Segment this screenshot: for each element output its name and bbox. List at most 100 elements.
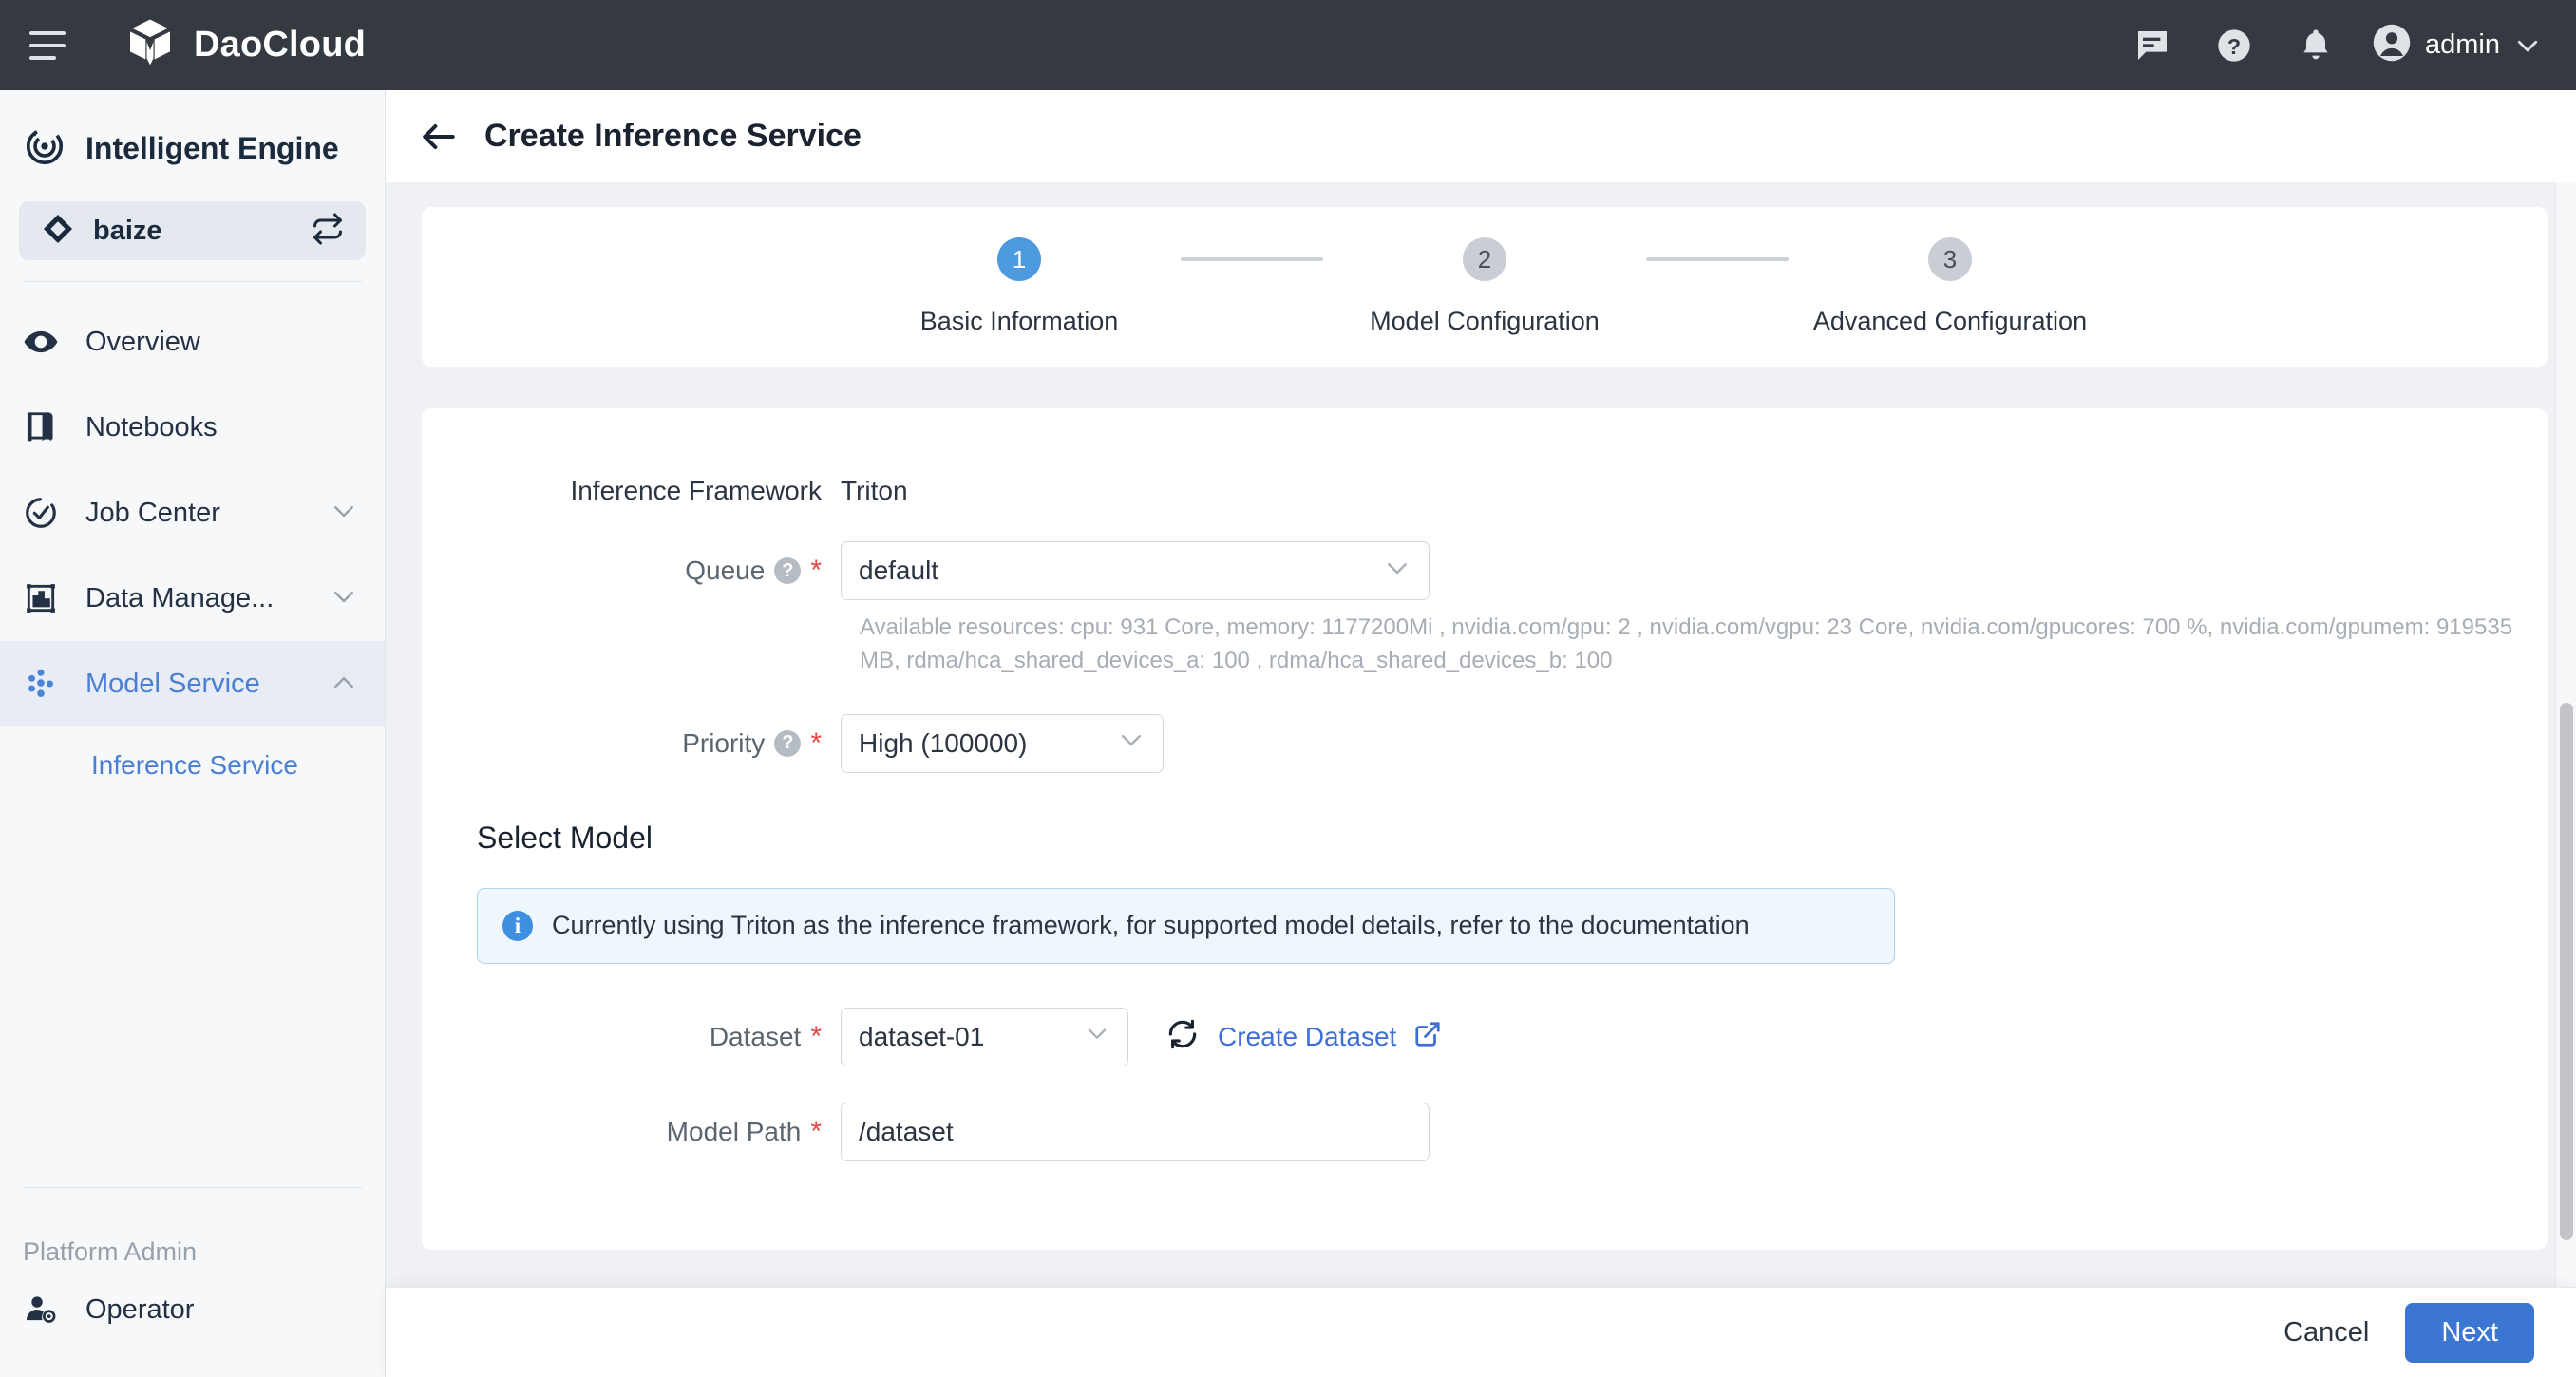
- chevron-down-icon[interactable]: [330, 582, 358, 615]
- model-path-value: /dataset: [859, 1117, 954, 1147]
- create-dataset-link[interactable]: Create Dataset: [1218, 1022, 1396, 1052]
- book-icon: [23, 409, 66, 445]
- scrollbar-thumb[interactable]: [2560, 703, 2573, 1240]
- sidebar-item-label: Job Center: [85, 498, 220, 529]
- sidebar: Intelligent Engine baize Overv: [0, 90, 386, 1377]
- info-icon: i: [502, 911, 533, 941]
- arrow-left-icon[interactable]: [418, 116, 460, 158]
- step-number: 2: [1463, 237, 1506, 281]
- sidebar-item-operator[interactable]: Operator: [0, 1267, 385, 1352]
- queue-select-value: default: [859, 556, 938, 586]
- bell-icon[interactable]: [2275, 5, 2357, 86]
- step-advanced-configuration[interactable]: 3 Advanced Configuration: [1789, 237, 2112, 336]
- check-circle-icon: [23, 495, 66, 531]
- chevron-down-icon[interactable]: [2513, 31, 2542, 60]
- field-label-group: Dataset *: [422, 1008, 841, 1066]
- sidebar-subitem-label: Inference Service: [91, 750, 298, 781]
- step-model-configuration[interactable]: 2 Model Configuration: [1323, 237, 1646, 336]
- field-label: Inference Framework: [422, 462, 841, 520]
- sidebar-item-notebooks[interactable]: Notebooks: [0, 385, 385, 470]
- brand[interactable]: DaoCloud: [123, 16, 366, 74]
- section-title-select-model: Select Model: [477, 821, 2548, 856]
- sidebar-item-model-service[interactable]: Model Service: [0, 641, 385, 726]
- question-mark-icon[interactable]: ?: [774, 730, 801, 757]
- chevron-down-icon[interactable]: [1117, 726, 1146, 761]
- help-icon[interactable]: ?: [2193, 5, 2275, 86]
- main-content: Create Inference Service 1 Basic Informa…: [386, 90, 2576, 1377]
- brand-name: DaoCloud: [194, 25, 366, 66]
- field-dataset: Dataset * dataset-01: [422, 1008, 2548, 1066]
- hamburger-icon[interactable]: [21, 19, 74, 72]
- chevron-down-icon[interactable]: [1383, 554, 1411, 589]
- sidebar-header: Intelligent Engine: [0, 90, 385, 201]
- field-model-path: Model Path * /dataset: [422, 1103, 2548, 1161]
- page-header: Create Inference Service: [386, 90, 2576, 182]
- topbar-actions: ? admin: [2112, 5, 2576, 86]
- field-label-group: Model Path *: [422, 1103, 841, 1161]
- dataset-select-value: dataset-01: [859, 1022, 984, 1052]
- svg-text:?: ?: [2227, 34, 2241, 59]
- model-path-input[interactable]: /dataset: [841, 1103, 1430, 1161]
- sidebar-item-label: Model Service: [85, 669, 260, 700]
- sidebar-divider-bottom: [23, 1187, 362, 1188]
- hamburger-line: [29, 56, 56, 60]
- sidebar-divider: [23, 281, 362, 282]
- field-label: Dataset: [710, 1022, 802, 1052]
- chevron-down-icon[interactable]: [1084, 1020, 1110, 1053]
- required-marker: *: [810, 729, 822, 758]
- dataset-select[interactable]: dataset-01: [841, 1008, 1128, 1066]
- sidebar-item-label: Data Manage...: [85, 583, 274, 614]
- step-connector: [1181, 257, 1323, 261]
- question-mark-icon[interactable]: ?: [774, 557, 801, 584]
- daocloud-logo-icon: [123, 16, 177, 74]
- chat-icon[interactable]: [2112, 5, 2193, 86]
- field-value-inference-framework: Triton: [841, 462, 908, 520]
- external-link-icon[interactable]: [1413, 1020, 1442, 1053]
- field-label-group: Priority ? *: [422, 714, 841, 773]
- user-name: admin: [2425, 29, 2500, 61]
- step-connector: [1646, 257, 1789, 261]
- step-number: 3: [1928, 237, 1972, 281]
- field-label: Priority: [682, 728, 765, 759]
- chevron-down-icon[interactable]: [330, 497, 358, 530]
- queue-helper-text: Available resources: cpu: 931 Core, memo…: [841, 600, 2541, 678]
- cancel-button[interactable]: Cancel: [2283, 1317, 2369, 1349]
- sidebar-project-label: baize: [93, 216, 162, 247]
- user-menu[interactable]: admin: [2357, 23, 2551, 67]
- step-label: Model Configuration: [1370, 307, 1600, 336]
- step-basic-information[interactable]: 1 Basic Information: [858, 237, 1181, 336]
- sidebar-section-platform-admin: Platform Admin: [0, 1205, 385, 1267]
- sidebar-item-job-center[interactable]: Job Center: [0, 470, 385, 556]
- required-marker: *: [810, 556, 822, 585]
- hamburger-line: [29, 44, 66, 47]
- sidebar-item-data-management[interactable]: Data Manage...: [0, 556, 385, 641]
- sidebar-item-overview[interactable]: Overview: [0, 299, 385, 385]
- field-queue: Queue ? * default: [422, 541, 2548, 600]
- dataset-actions: Create Dataset: [1165, 1008, 1442, 1066]
- sidebar-item-inference-service[interactable]: Inference Service: [0, 726, 385, 804]
- required-marker: *: [810, 1023, 822, 1051]
- stepper: 1 Basic Information 2 Model Configuratio…: [858, 237, 2112, 336]
- info-alert-text: Currently using Triton as the inference …: [552, 911, 1750, 940]
- next-button[interactable]: Next: [2405, 1303, 2534, 1363]
- eye-icon: [23, 324, 66, 360]
- field-label: Model Path: [667, 1117, 802, 1147]
- priority-select[interactable]: High (100000): [841, 714, 1164, 773]
- chevron-up-icon[interactable]: [330, 668, 358, 701]
- required-marker: *: [810, 1118, 822, 1146]
- field-label: Queue: [685, 556, 765, 586]
- switch-project-icon[interactable]: [311, 212, 345, 251]
- avatar: [2372, 23, 2412, 67]
- field-priority: Priority ? * High (100000): [422, 714, 2548, 773]
- sidebar-spacer: [0, 1352, 385, 1377]
- sidebar-item-label: Notebooks: [85, 412, 218, 443]
- sidebar-item-label: Overview: [85, 327, 200, 358]
- sidebar-project-switcher[interactable]: baize: [19, 201, 366, 260]
- field-label-group: Queue ? *: [422, 541, 841, 600]
- chart-bar-icon: [23, 580, 66, 616]
- form-card: Inference Framework Triton Queue ? * def…: [422, 408, 2548, 1250]
- refresh-icon[interactable]: [1165, 1016, 1201, 1057]
- queue-select[interactable]: default: [841, 541, 1430, 600]
- vertical-scrollbar[interactable]: [2555, 182, 2576, 1287]
- model-service-icon: [23, 666, 66, 702]
